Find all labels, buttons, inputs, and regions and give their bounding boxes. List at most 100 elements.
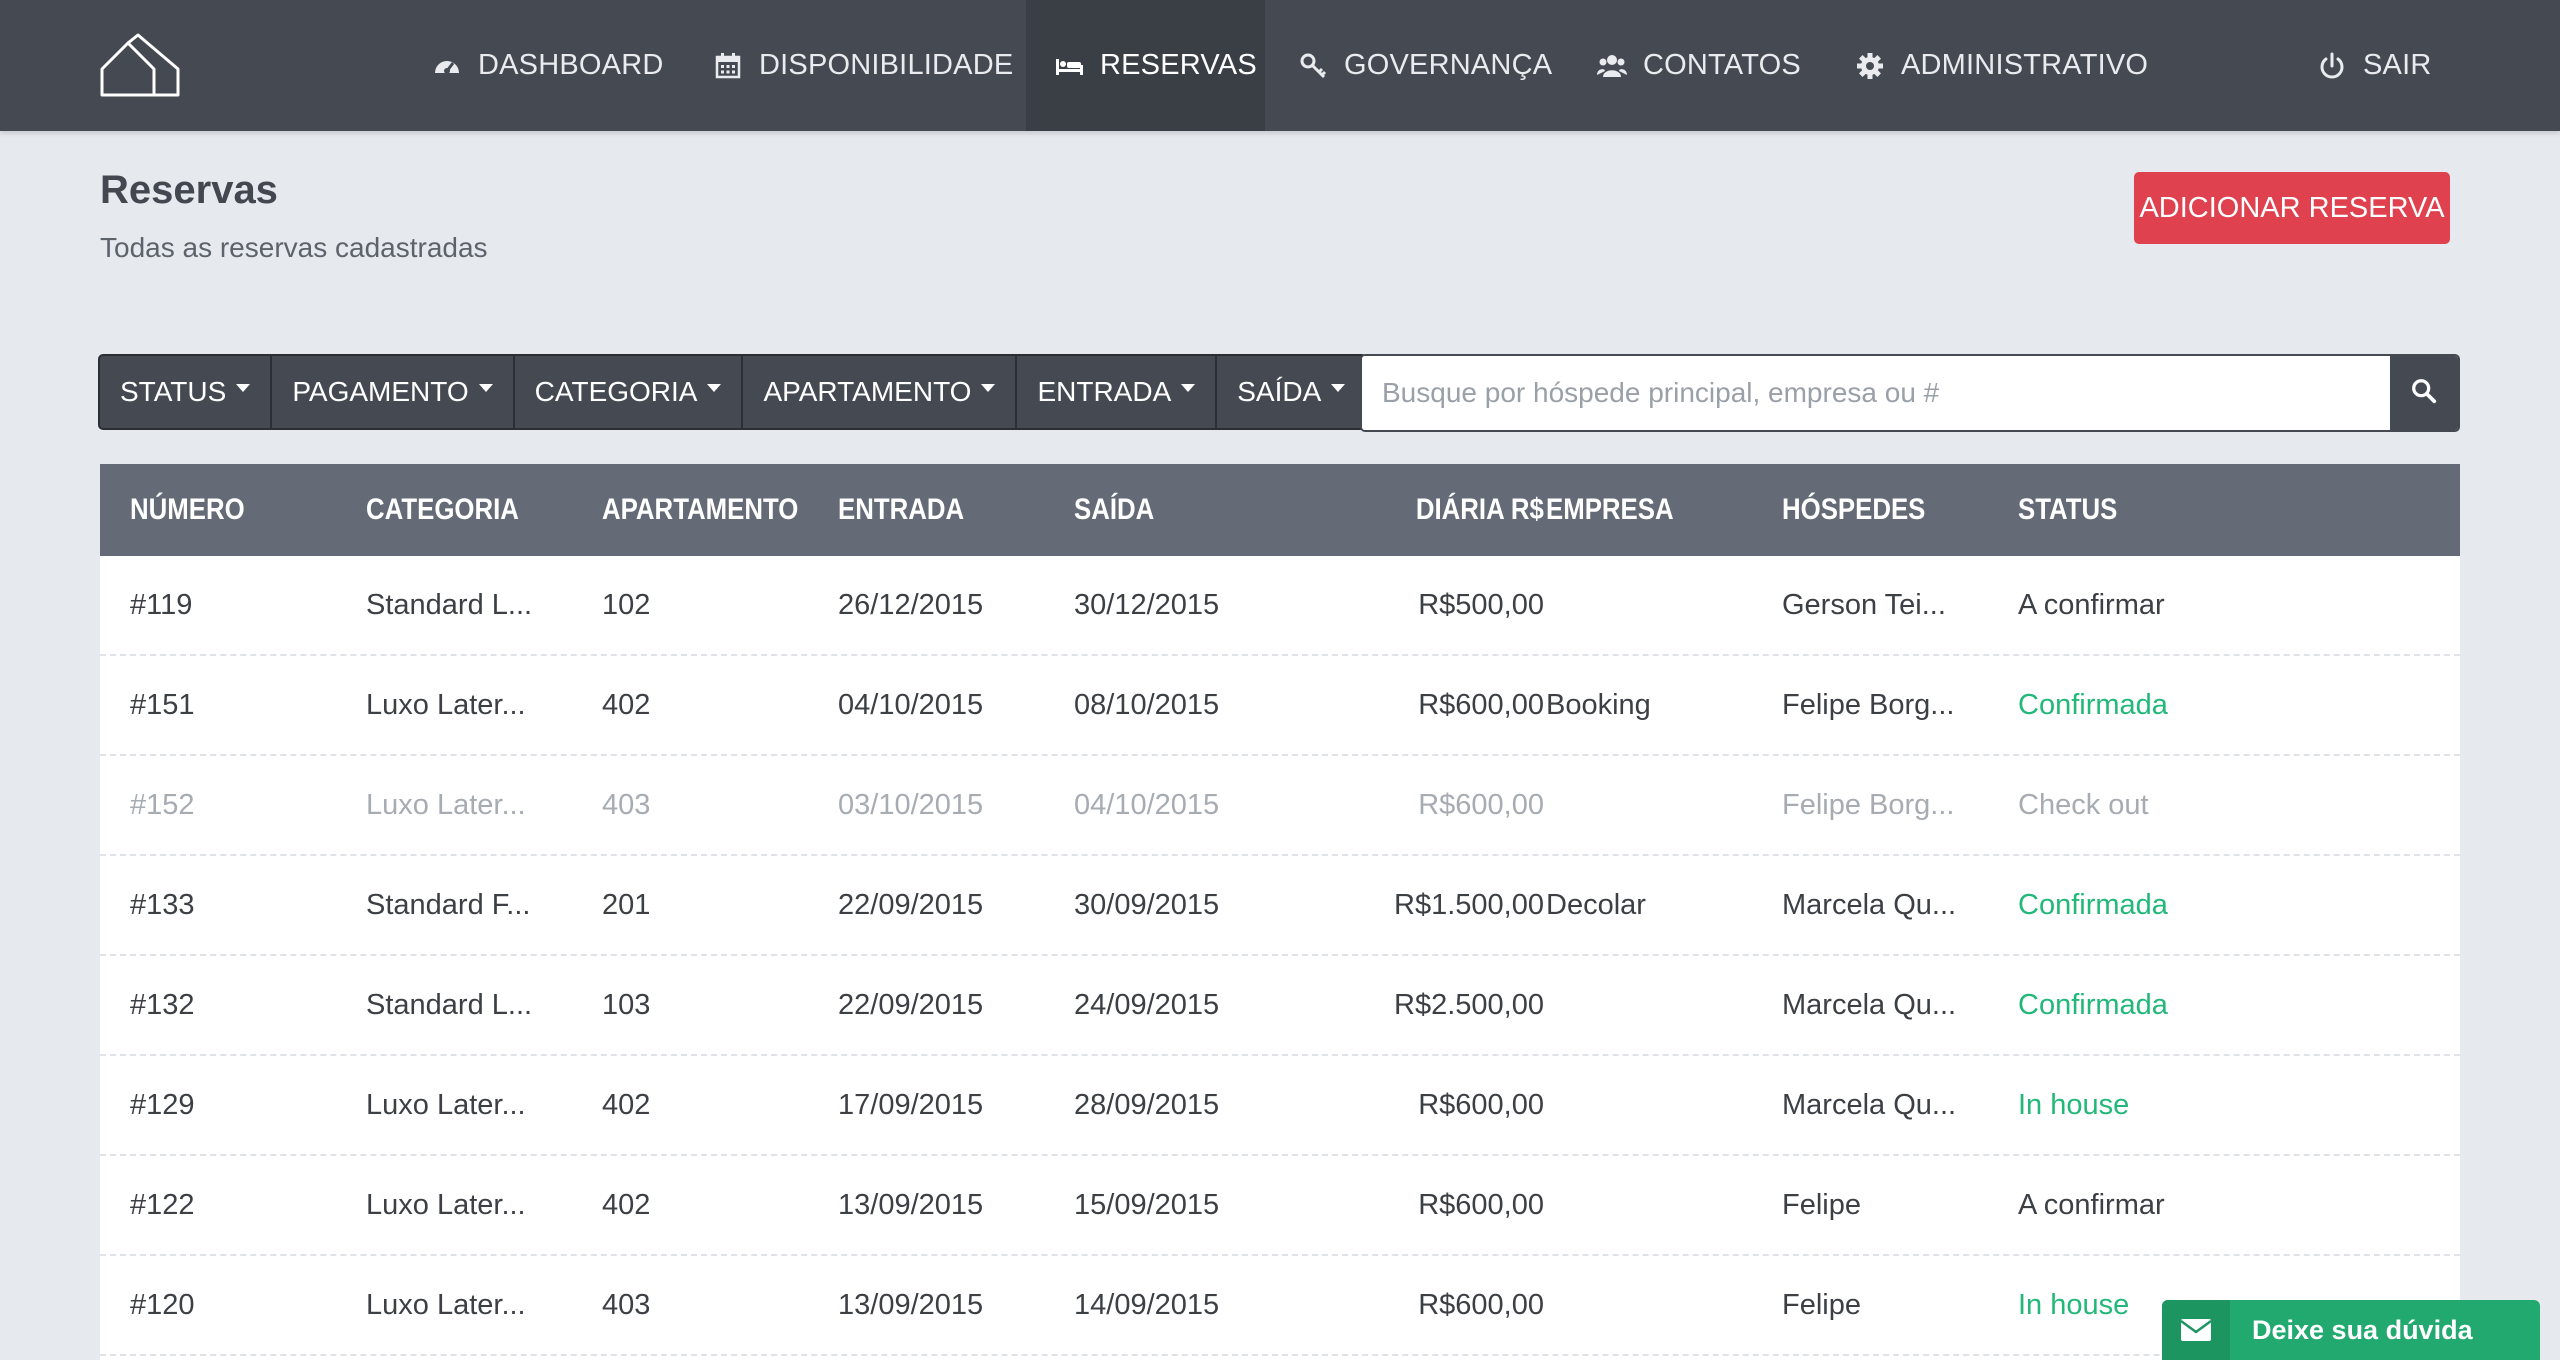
filter-apartamento[interactable]: APARTAMENTO bbox=[743, 356, 1018, 428]
nav-disponibilidade-label: DISPONIBILIDADE bbox=[759, 49, 1014, 81]
cell-diaria: R$600,00 bbox=[1418, 1189, 1544, 1221]
cell-numero: #120 bbox=[130, 1289, 195, 1321]
table-header: NÚMERO CATEGORIA APARTAMENTO ENTRADA SAÍ… bbox=[100, 464, 2460, 556]
filter-pagamento[interactable]: PAGAMENTO bbox=[272, 356, 515, 428]
cell-categoria: Standard F... bbox=[366, 889, 531, 921]
table-row[interactable]: #120 Luxo Later... 403 13/09/2015 14/09/… bbox=[100, 1256, 2460, 1356]
nav-reservas[interactable]: RESERVAS bbox=[1026, 0, 1265, 131]
cell-entrada: 22/09/2015 bbox=[838, 889, 984, 921]
caret-down-icon bbox=[1181, 384, 1196, 392]
house-logo-icon[interactable] bbox=[98, 33, 182, 99]
cell-numero: #152 bbox=[130, 789, 195, 821]
nav-governanca-label: GOVERNANÇA bbox=[1344, 49, 1553, 81]
cell-saida: 30/09/2015 bbox=[1074, 889, 1220, 921]
cell-entrada: 03/10/2015 bbox=[838, 789, 984, 821]
caret-down-icon bbox=[981, 384, 996, 392]
cell-apartamento: 403 bbox=[602, 789, 651, 821]
cell-status: In house bbox=[2018, 1289, 2130, 1321]
caret-down-icon bbox=[478, 384, 493, 392]
dashboard-icon bbox=[432, 51, 462, 81]
cell-saida: 24/09/2015 bbox=[1074, 989, 1220, 1021]
column-header-apartamento[interactable]: APARTAMENTO bbox=[602, 464, 798, 556]
filter-saida[interactable]: SAÍDA bbox=[1217, 356, 1365, 428]
cell-apartamento: 102 bbox=[602, 589, 651, 621]
cell-diaria: R$2.500,00 bbox=[1394, 989, 1544, 1021]
caret-down-icon bbox=[1331, 384, 1346, 392]
cell-empresa: Booking bbox=[1546, 689, 1651, 721]
cell-numero: #132 bbox=[130, 989, 195, 1021]
cell-numero: #119 bbox=[130, 589, 193, 621]
cell-entrada: 26/12/2015 bbox=[838, 589, 984, 621]
table-row[interactable]: #129 Luxo Later... 402 17/09/2015 28/09/… bbox=[100, 1056, 2460, 1156]
page-subtitle: Todas as reservas cadastradas bbox=[100, 232, 488, 263]
cell-categoria: Luxo Later... bbox=[366, 1089, 526, 1121]
table-row[interactable]: #122 Luxo Later... 402 13/09/2015 15/09/… bbox=[100, 1156, 2460, 1256]
cell-hospedes: Marcela Qu... bbox=[1782, 989, 1957, 1021]
nav-disponibilidade[interactable]: DISPONIBILIDADE bbox=[713, 0, 1013, 131]
nav-administrativo[interactable]: ADMINISTRATIVO bbox=[1855, 0, 2148, 131]
table-row[interactable]: #133 Standard F... 201 22/09/2015 30/09/… bbox=[100, 856, 2460, 956]
search-icon bbox=[2410, 377, 2438, 410]
cell-apartamento: 403 bbox=[602, 1289, 651, 1321]
cell-categoria: Luxo Later... bbox=[366, 1189, 526, 1221]
cell-saida: 14/09/2015 bbox=[1074, 1289, 1220, 1321]
cell-categoria: Luxo Later... bbox=[366, 789, 526, 821]
column-header-saida[interactable]: SAÍDA bbox=[1074, 464, 1154, 556]
nav-contatos[interactable]: CONTATOS bbox=[1597, 0, 1801, 131]
cell-entrada: 22/09/2015 bbox=[838, 989, 984, 1021]
top-navbar: DASHBOARD DISPONIBILIDADE RESERVAS GOVER… bbox=[0, 0, 2560, 131]
cell-status: Confirmada bbox=[2018, 989, 2168, 1021]
cell-hospedes: Felipe bbox=[1782, 1189, 1861, 1221]
key-icon bbox=[1298, 51, 1328, 81]
search-input[interactable] bbox=[1362, 356, 2392, 430]
add-reservation-button[interactable]: ADICIONAR RESERVA bbox=[2134, 172, 2450, 244]
cell-status: A confirmar bbox=[2018, 589, 2165, 621]
table-row[interactable]: #151 Luxo Later... 402 04/10/2015 08/10/… bbox=[100, 656, 2460, 756]
column-header-categoria[interactable]: CATEGORIA bbox=[366, 464, 519, 556]
filter-pagamento-label: PAGAMENTO bbox=[292, 376, 469, 407]
filter-categoria[interactable]: CATEGORIA bbox=[515, 356, 744, 428]
cell-saida: 28/09/2015 bbox=[1074, 1089, 1220, 1121]
cell-status: In house bbox=[2018, 1089, 2130, 1121]
column-header-status[interactable]: STATUS bbox=[2018, 464, 2117, 556]
cell-apartamento: 103 bbox=[602, 989, 651, 1021]
cell-diaria: R$600,00 bbox=[1418, 689, 1544, 721]
users-icon bbox=[1597, 51, 1627, 81]
filter-bar: STATUS PAGAMENTO CATEGORIA APARTAMENTO E… bbox=[98, 354, 1368, 430]
filter-status-label: STATUS bbox=[120, 376, 227, 407]
cell-entrada: 13/09/2015 bbox=[838, 1189, 984, 1221]
cell-numero: #129 bbox=[130, 1089, 195, 1121]
search-box bbox=[1360, 354, 2460, 432]
column-header-numero[interactable]: NÚMERO bbox=[130, 464, 245, 556]
column-header-empresa[interactable]: EMPRESA bbox=[1546, 464, 1674, 556]
cell-categoria: Luxo Later... bbox=[366, 1289, 526, 1321]
cell-entrada: 04/10/2015 bbox=[838, 689, 984, 721]
page-title: Reservas bbox=[100, 168, 278, 212]
filter-status[interactable]: STATUS bbox=[100, 356, 273, 428]
filter-saida-label: SAÍDA bbox=[1237, 376, 1322, 407]
search-button[interactable] bbox=[2390, 356, 2458, 430]
help-widget[interactable]: Deixe sua dúvida bbox=[2162, 1300, 2540, 1360]
cell-empresa: Decolar bbox=[1546, 889, 1646, 921]
cell-categoria: Luxo Later... bbox=[366, 689, 526, 721]
nav-dashboard[interactable]: DASHBOARD bbox=[432, 0, 664, 131]
help-widget-label: Deixe sua dúvida bbox=[2252, 1314, 2473, 1345]
column-header-entrada[interactable]: ENTRADA bbox=[838, 464, 964, 556]
cell-numero: #151 bbox=[130, 689, 195, 721]
column-header-hospedes[interactable]: HÓSPEDES bbox=[1782, 464, 1925, 556]
table-row[interactable]: #132 Standard L... 103 22/09/2015 24/09/… bbox=[100, 956, 2460, 1056]
cell-entrada: 13/09/2015 bbox=[838, 1289, 984, 1321]
cell-hospedes: Felipe Borg... bbox=[1782, 689, 1955, 721]
filter-entrada[interactable]: ENTRADA bbox=[1017, 356, 1218, 428]
cell-diaria: R$600,00 bbox=[1418, 1289, 1544, 1321]
cell-numero: #133 bbox=[130, 889, 195, 921]
envelope-icon bbox=[2162, 1300, 2230, 1360]
nav-sair[interactable]: SAIR bbox=[2317, 0, 2432, 131]
cell-apartamento: 201 bbox=[602, 889, 651, 921]
table-row[interactable]: #152 Luxo Later... 403 03/10/2015 04/10/… bbox=[100, 756, 2460, 856]
cell-entrada: 17/09/2015 bbox=[838, 1089, 984, 1121]
column-header-diaria[interactable]: DIÁRIA R$ bbox=[1416, 464, 1544, 556]
table-row[interactable]: #119 Standard L... 102 26/12/2015 30/12/… bbox=[100, 556, 2460, 656]
cell-diaria: R$500,00 bbox=[1418, 589, 1544, 621]
nav-governanca[interactable]: GOVERNANÇA bbox=[1298, 0, 1552, 131]
